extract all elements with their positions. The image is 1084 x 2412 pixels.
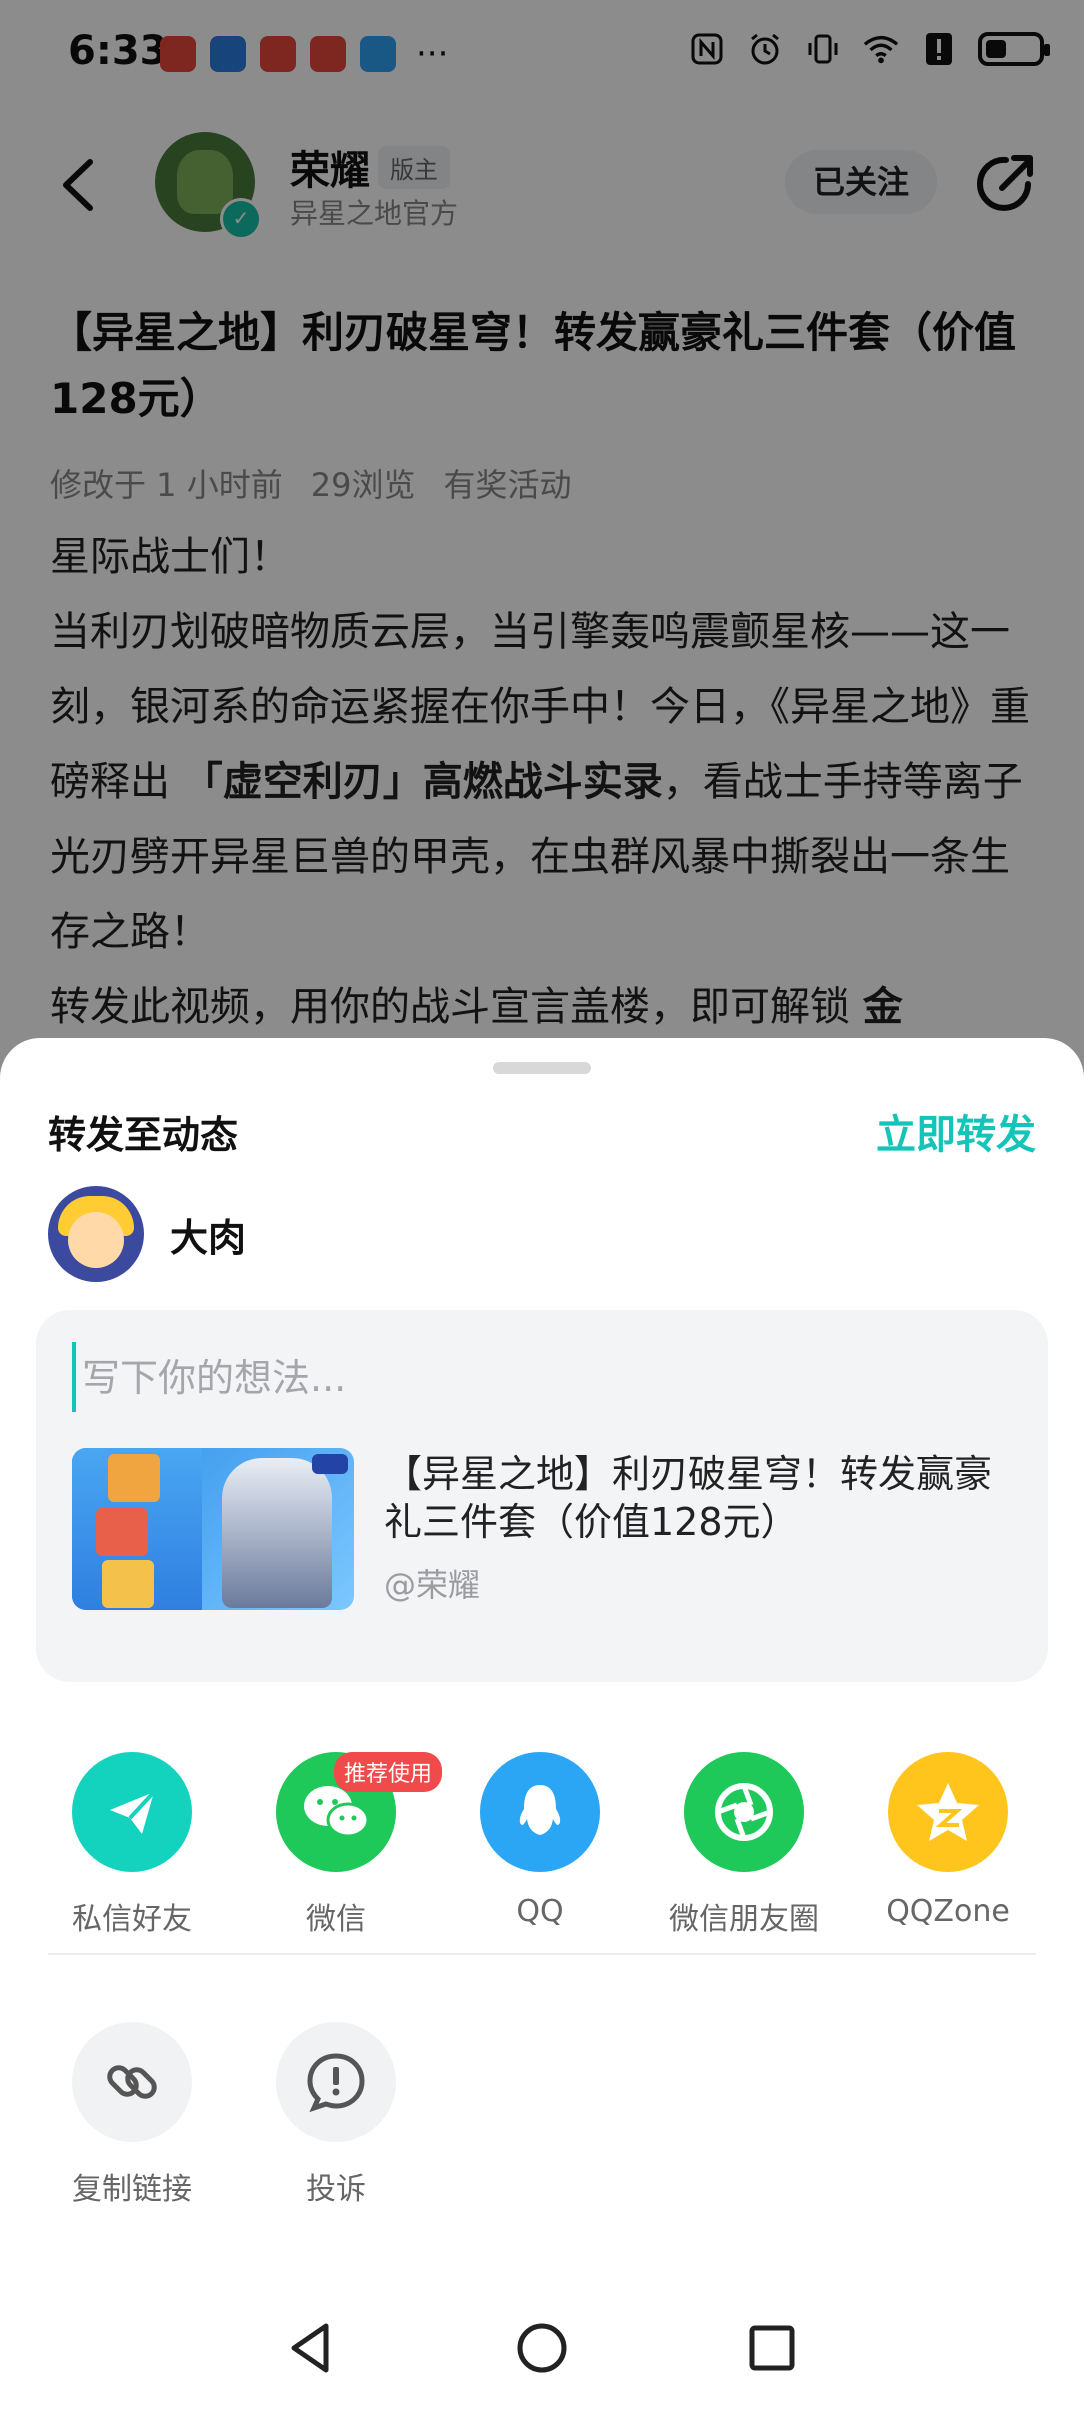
share-label: 微信 <box>306 1902 366 1937</box>
sheet-grabber[interactable] <box>493 1062 591 1074</box>
recents-square-icon <box>749 2325 795 2371</box>
tool-actions: 复制链接 投诉 <box>0 1988 1084 2207</box>
share-sheet: 转发至动态 立即转发 大肉 【异星之地】利刃破星穹！转发赢豪礼三件套（价值128… <box>0 1038 1084 2412</box>
nav-home-button[interactable] <box>512 2318 572 2378</box>
share-qzone[interactable]: QQZone <box>848 1752 1048 1929</box>
moments-shutter-icon <box>684 1752 804 1872</box>
link-icon <box>72 2022 192 2142</box>
sheet-title: 转发至动态 <box>48 1113 239 1157</box>
preview-author: @荣耀 <box>384 1566 481 1604</box>
preview-title: 【异星之地】利刃破星穹！转发赢豪礼三件套（价值128元） <box>384 1452 993 1544</box>
share-targets: 私信好友 推荐使用 微信 QQ 微信朋友圈 QQZone <box>0 1718 1084 1937</box>
text-caret <box>72 1342 76 1412</box>
system-nav-bar <box>0 2290 1084 2412</box>
recommended-badge: 推荐使用 <box>334 1752 443 1792</box>
share-private-message[interactable]: 私信好友 <box>32 1752 232 1938</box>
share-qq[interactable]: QQ <box>440 1752 640 1929</box>
divider <box>48 1953 1036 1955</box>
repost-now-button[interactable]: 立即转发 <box>876 1102 1036 1160</box>
tool-label: 复制链接 <box>72 2172 192 2207</box>
nav-recents-button[interactable] <box>742 2318 802 2378</box>
compose-box: 【异星之地】利刃破星穹！转发赢豪礼三件套（价值128元） @荣耀 <box>36 1310 1048 1682</box>
post-preview-thumbnail <box>72 1448 354 1610</box>
share-wechat-moments[interactable]: 微信朋友圈 <box>644 1752 844 1938</box>
user-avatar <box>48 1186 144 1282</box>
user-name: 大肉 <box>170 1215 247 1260</box>
paper-plane-icon <box>72 1752 192 1872</box>
share-label: 微信朋友圈 <box>669 1902 819 1937</box>
share-label: 私信好友 <box>72 1902 192 1937</box>
report-button[interactable]: 投诉 <box>236 2022 436 2208</box>
user-row: 大肉 <box>48 1184 246 1284</box>
share-wechat[interactable]: 推荐使用 微信 <box>236 1752 443 1938</box>
tool-label: 投诉 <box>306 2172 366 2207</box>
home-circle-icon <box>517 2323 567 2373</box>
thought-input[interactable] <box>80 1340 984 1416</box>
share-label: QQZone <box>886 1894 1010 1929</box>
back-triangle-icon <box>291 2323 329 2373</box>
share-label: QQ <box>516 1894 564 1929</box>
nav-back-button[interactable] <box>282 2318 342 2378</box>
report-icon <box>276 2022 396 2142</box>
copy-link-button[interactable]: 复制链接 <box>32 2022 232 2208</box>
qq-penguin-icon <box>480 1752 600 1872</box>
qzone-star-icon <box>888 1752 1008 1872</box>
